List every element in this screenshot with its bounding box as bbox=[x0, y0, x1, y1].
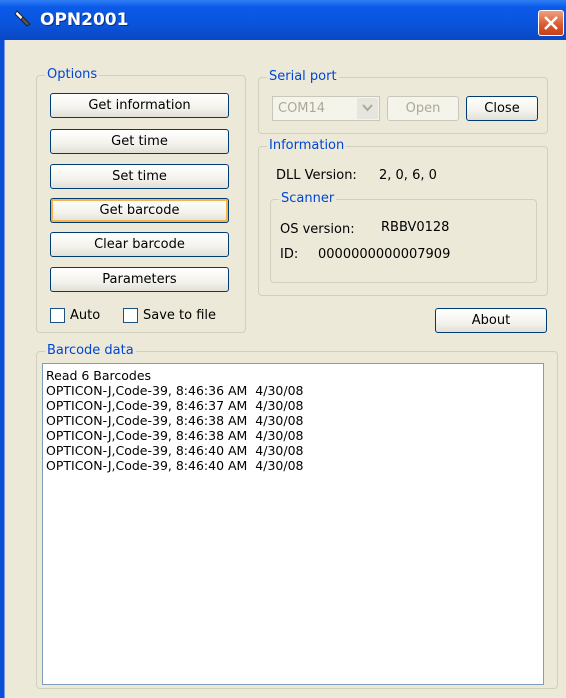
com-port-select: COM14 bbox=[272, 96, 380, 121]
scanner-group: Scanner bbox=[270, 191, 537, 283]
dll-version-value: 2, 0, 6, 0 bbox=[379, 168, 437, 183]
information-group-label: Information bbox=[267, 138, 347, 154]
set-time-button[interactable]: Set time bbox=[50, 164, 229, 189]
close-port-button[interactable]: Close bbox=[466, 96, 538, 121]
save-to-file-checkbox-box[interactable] bbox=[123, 308, 138, 323]
list-item: Read 6 Barcodes bbox=[46, 368, 152, 383]
scanner-id-value: 0000000000007909 bbox=[318, 247, 451, 262]
list-item: OPTICON-J,Code-39, 8:46:36 AM 4/30/08 bbox=[46, 383, 304, 398]
list-item: OPTICON-J,Code-39, 8:46:40 AM 4/30/08 bbox=[46, 443, 304, 458]
window-title: OPN2001 bbox=[40, 10, 129, 30]
get-barcode-button[interactable]: Get barcode bbox=[50, 198, 229, 223]
list-item: OPTICON-J,Code-39, 8:46:38 AM 4/30/08 bbox=[46, 413, 304, 428]
list-item: OPTICON-J,Code-39, 8:46:37 AM 4/30/08 bbox=[46, 398, 304, 413]
scanner-icon bbox=[14, 10, 31, 27]
dialog-body: Options Get information Get time Set tim… bbox=[4, 40, 566, 698]
title-bar[interactable]: OPN2001 bbox=[0, 0, 566, 40]
scanner-id-label: ID: bbox=[280, 247, 299, 262]
auto-checkbox-label: Auto bbox=[70, 308, 101, 323]
barcode-data-listbox[interactable]: Read 6 Barcodes OPTICON-J,Code-39, 8:46:… bbox=[42, 363, 544, 685]
open-port-button: Open bbox=[387, 96, 459, 121]
os-version-value: RBBV0128 bbox=[381, 220, 450, 235]
get-time-button[interactable]: Get time bbox=[50, 129, 229, 154]
window-close-button[interactable] bbox=[538, 10, 564, 36]
com-port-value: COM14 bbox=[278, 101, 326, 116]
options-group-label: Options bbox=[45, 67, 100, 83]
get-information-button[interactable]: Get information bbox=[50, 93, 229, 118]
os-version-label: OS version: bbox=[280, 222, 355, 237]
save-to-file-checkbox-label: Save to file bbox=[143, 308, 217, 323]
dll-version-label: DLL Version: bbox=[276, 168, 357, 183]
auto-checkbox-box[interactable] bbox=[50, 308, 65, 323]
app-window: OPN2001 Options Get information Get time… bbox=[0, 0, 566, 698]
close-icon bbox=[544, 16, 558, 30]
parameters-button[interactable]: Parameters bbox=[50, 267, 229, 292]
chevron-down-icon bbox=[357, 98, 378, 119]
clear-barcode-button[interactable]: Clear barcode bbox=[50, 232, 229, 257]
list-item: OPTICON-J,Code-39, 8:46:40 AM 4/30/08 bbox=[46, 458, 304, 473]
about-button[interactable]: About bbox=[435, 308, 547, 333]
scanner-group-label: Scanner bbox=[279, 191, 337, 207]
barcode-data-group-label: Barcode data bbox=[45, 343, 136, 359]
auto-checkbox[interactable]: Auto bbox=[50, 308, 100, 323]
save-to-file-checkbox[interactable]: Save to file bbox=[123, 308, 216, 323]
list-item: OPTICON-J,Code-39, 8:46:38 AM 4/30/08 bbox=[46, 428, 304, 443]
serial-port-group-label: Serial port bbox=[267, 69, 339, 85]
